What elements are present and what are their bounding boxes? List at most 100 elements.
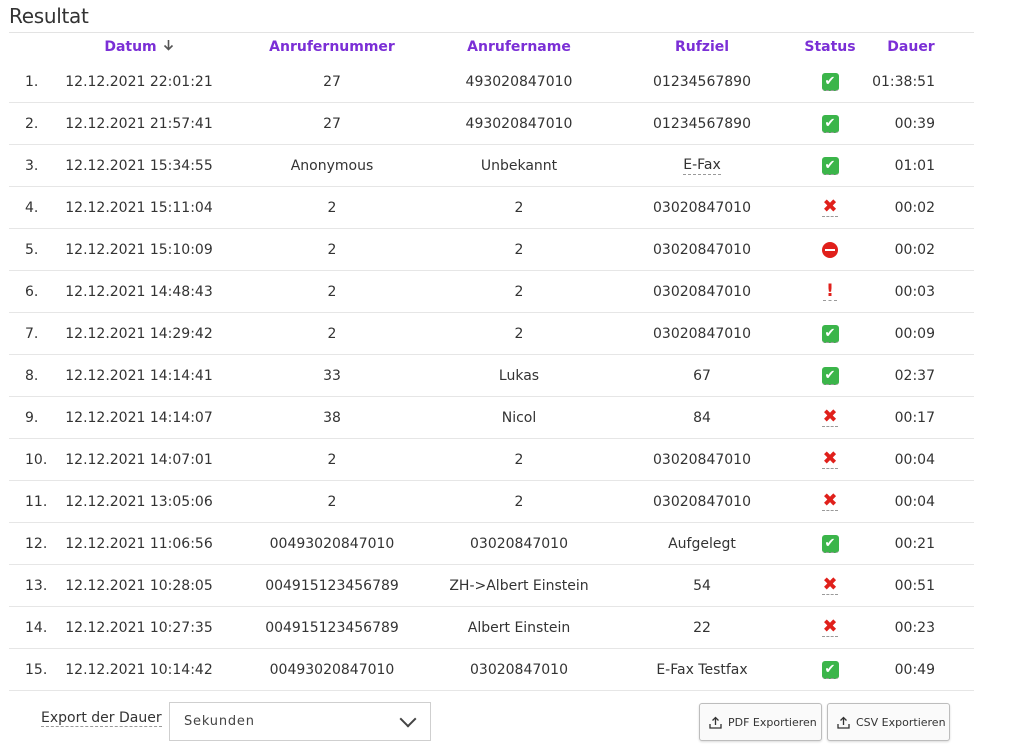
cell-rufziel: 03020847010 <box>583 452 821 468</box>
cell-anrufername: 2 <box>455 284 583 300</box>
header-datum-label: Datum <box>104 39 157 55</box>
cell-datum: 12.12.2021 13:05:06 <box>65 494 213 510</box>
cell-rufziel-text: 01234567890 <box>653 73 751 90</box>
cell-dauer-text: 00:39 <box>894 115 935 132</box>
cell-dauer: 02:37 <box>839 368 953 384</box>
pdf-export-label: PDF Exportieren <box>728 715 817 729</box>
table-row[interactable]: 12. 12.12.2021 11:06:56 00493020847010 0302… <box>9 523 974 565</box>
cell-anrufernummer-text: 004915123456789 <box>265 577 399 594</box>
cell-anrufername: 2 <box>455 452 583 468</box>
cell-anrufername-text: 2 <box>514 325 524 342</box>
cell-rufziel: 01234567890 <box>583 116 821 132</box>
header-status[interactable]: Status <box>804 39 855 55</box>
table-row[interactable]: 11. 12.12.2021 13:05:06 2 2 03020847010 ✖ 00:0… <box>9 481 974 523</box>
check-icon[interactable]: ✔ <box>821 72 839 91</box>
cell-datum-text: 12.12.2021 13:05:06 <box>65 493 213 510</box>
cell-datum-text: 12.12.2021 14:14:41 <box>65 367 213 384</box>
row-index-text: 14. <box>25 619 48 636</box>
cell-anrufernummer: 27 <box>209 116 455 132</box>
row-index: 6. <box>9 284 69 300</box>
cell-anrufername-text: 2 <box>514 283 524 300</box>
cell-rufziel: 03020847010 <box>583 494 821 510</box>
cell-datum: 12.12.2021 14:14:41 <box>65 368 213 384</box>
row-index: 13. <box>9 578 69 594</box>
cell-datum-text: 12.12.2021 15:34:55 <box>65 157 213 174</box>
table-row[interactable]: 6. 12.12.2021 14:48:43 2 2 03020847010! 00:03 <box>9 271 974 313</box>
cell-rufziel: 54 <box>583 578 821 594</box>
export-footer: Export der Dauer Sekunden PDF Exportiere… <box>0 690 1009 755</box>
row-index-text: 5. <box>25 241 39 258</box>
table-row[interactable]: 9. 12.12.2021 14:14:07 38 Nicol 84 ✖ 00:17 <box>9 397 974 439</box>
row-index-text: 13. <box>25 577 48 594</box>
page-title: Resultat <box>9 4 89 28</box>
table-row[interactable]: 5. 12.12.2021 15:10:09 2 2 03020847010 00:02 <box>9 229 974 271</box>
cross-icon[interactable]: ✖ <box>822 198 838 217</box>
row-index: 12. <box>9 536 69 552</box>
csv-export-button[interactable]: CSV Exportieren <box>827 703 950 741</box>
header-dauer[interactable]: Dauer <box>839 39 953 55</box>
cross-icon[interactable]: ✖ <box>822 408 838 427</box>
cell-datum: 12.12.2021 10:14:42 <box>65 662 213 678</box>
cell-rufziel-text: 03020847010 <box>653 493 751 510</box>
table-row[interactable]: 13. 12.12.2021 10:28:05 004915123456789 ZH-… <box>9 565 974 607</box>
header-anrufernummer[interactable]: Anrufernummer <box>209 39 455 55</box>
cell-anrufername-text: 2 <box>514 241 524 258</box>
header-rufziel[interactable]: Rufziel <box>583 39 821 55</box>
cell-dauer: 01:01 <box>839 158 953 174</box>
cell-status: ! <box>821 282 839 301</box>
cell-anrufername-text: Unbekannt <box>480 157 558 174</box>
table-row[interactable]: 1. 12.12.2021 22:01:21 27 493020847010 01234… <box>9 61 974 103</box>
cross-icon[interactable]: ✖ <box>822 618 838 637</box>
table-row[interactable]: 14. 12.12.2021 10:27:35 004915123456789 Alb… <box>9 607 974 649</box>
arrow-down-icon[interactable] <box>163 39 174 55</box>
cell-rufziel: 03020847010 <box>583 200 821 216</box>
cell-rufziel: 84 <box>583 410 821 426</box>
check-icon[interactable]: ✔ <box>821 534 839 553</box>
results-table: Datum Anrufernummer Anrufername Rufziel … <box>9 32 974 691</box>
cell-datum-text: 12.12.2021 15:10:09 <box>65 241 213 258</box>
cell-anrufername: 2 <box>455 494 583 510</box>
cell-anrufernummer-text: 004915123456789 <box>265 619 399 636</box>
header-datum[interactable]: Datum <box>69 39 209 55</box>
pdf-export-button[interactable]: PDF Exportieren <box>699 703 822 741</box>
csv-export-label: CSV Exportieren <box>856 715 946 729</box>
cell-datum-text: 12.12.2021 22:01:21 <box>65 73 213 90</box>
header-anrufername[interactable]: Anrufername <box>455 39 583 55</box>
cell-anrufername-text: 2 <box>514 451 524 468</box>
row-index: 11. <box>9 494 69 510</box>
cell-datum-text: 12.12.2021 10:14:42 <box>65 661 213 678</box>
cross-icon[interactable]: ✖ <box>822 492 838 511</box>
table-row[interactable]: 8. 12.12.2021 14:14:41 33 Lukas 67 ✔ 02:37 <box>9 355 974 397</box>
cell-anrufername: ZH->Albert Einstein <box>449 578 588 594</box>
cell-anrufernummer: Anonymous <box>209 158 455 174</box>
check-icon[interactable]: ✔ <box>821 366 839 385</box>
row-index: 8. <box>9 368 69 384</box>
table-row[interactable]: 10. 12.12.2021 14:07:01 2 2 03020847010 ✖ 00:0… <box>9 439 974 481</box>
table-row[interactable]: 2. 12.12.2021 21:57:41 27 493020847010 01234… <box>9 103 974 145</box>
cross-icon[interactable]: ✖ <box>822 576 838 595</box>
cell-anrufernummer: 38 <box>209 410 455 426</box>
row-index-text: 4. <box>25 199 39 216</box>
cell-status: ✖ <box>821 450 839 469</box>
table-row[interactable]: 3. 12.12.2021 15:34:55 Anonymous Unbekannt E… <box>9 145 974 187</box>
cell-anrufername-text: Albert Einstein <box>467 619 571 636</box>
no-entry-icon[interactable] <box>822 241 838 258</box>
cell-rufziel: 03020847010 <box>583 242 821 258</box>
cell-anrufername: Nicol <box>455 410 583 426</box>
table-row[interactable]: 4. 12.12.2021 15:11:04 2 2 03020847010 ✖ 00:02 <box>9 187 974 229</box>
table-row[interactable]: 15. 12.12.2021 10:14:42 00493020847010 0302… <box>9 649 974 691</box>
check-icon[interactable]: ✔ <box>821 156 839 175</box>
cell-dauer-text: 00:51 <box>894 577 935 594</box>
exclamation-icon[interactable]: ! <box>823 282 837 301</box>
cell-rufziel-text: 54 <box>693 577 711 594</box>
check-icon[interactable]: ✔ <box>821 660 839 679</box>
cross-icon[interactable]: ✖ <box>822 450 838 469</box>
check-icon[interactable]: ✔ <box>821 324 839 343</box>
table-row[interactable]: 7. 12.12.2021 14:29:42 2 2 03020847010 ✔ 00:09 <box>9 313 974 355</box>
duration-format-select[interactable]: Sekunden <box>169 702 431 741</box>
cell-anrufername: Unbekannt <box>455 158 583 174</box>
cell-anrufernummer: 33 <box>209 368 455 384</box>
cell-dauer: 00:04 <box>839 452 953 468</box>
check-icon[interactable]: ✔ <box>821 114 839 133</box>
cell-anrufername-text: 2 <box>514 493 524 510</box>
